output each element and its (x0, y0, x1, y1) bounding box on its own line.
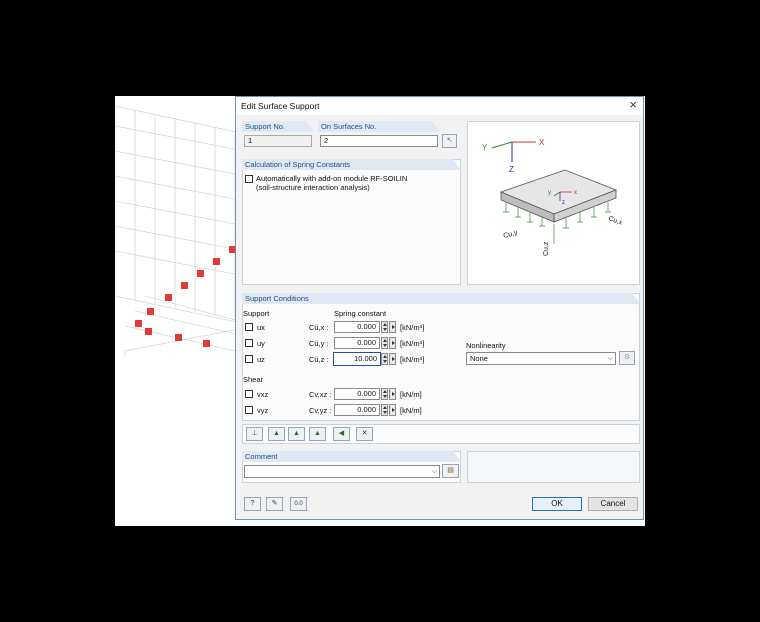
vxz-label: vxz (257, 390, 269, 399)
cux-coef-label: Cu,x : (309, 323, 329, 332)
cuy-unit: [kN/m³] (400, 339, 425, 348)
vxz-checkbox[interactable] (245, 390, 253, 398)
dialog-titlebar: Edit Surface Support × (236, 97, 643, 115)
vyz-label: vyz (257, 406, 269, 415)
support-illustration: X Y Z x y z Cu,y Cu,z Cu,x (467, 121, 640, 285)
nonlinearity-select[interactable]: None ⌵ (466, 352, 616, 365)
comment-preview-panel (467, 451, 640, 483)
cvyz-input[interactable]: 0.000 (334, 404, 380, 416)
calculator-icon[interactable]: 0.0 (290, 497, 307, 511)
hinged-support-icon[interactable]: ⊥ (246, 427, 263, 441)
auto-rf-soilin-label-1: Automatically with add-on module RF-SOIL… (256, 174, 408, 183)
ux-checkbox[interactable] (245, 323, 253, 331)
uy-label: uy (257, 339, 265, 348)
nonlinearity-label: Nonlinearity (466, 341, 506, 350)
cvyz-spinner[interactable] (381, 404, 388, 416)
nonlinearity-edit-button[interactable]: ⚙ (619, 351, 635, 365)
ux-label: ux (257, 323, 265, 332)
local-y-label: y (548, 190, 551, 196)
chevron-down-icon: ⌵ (431, 468, 437, 475)
support-conditions-header: Support Conditions (242, 293, 640, 304)
uz-checkbox[interactable] (245, 355, 253, 363)
axis-x-label: X (539, 138, 545, 147)
chevron-down-icon: ⌵ (607, 355, 613, 362)
cvxz-unit: [kN/m] (400, 390, 422, 399)
auto-rf-soilin-label-2: (soil-structure interaction analysis) (256, 183, 370, 192)
cuy-input[interactable]: 0.000 (334, 337, 380, 349)
cuy-label: Cu,y (503, 229, 519, 240)
edit-surface-support-dialog: Edit Surface Support × Support No. 1 On … (235, 96, 644, 520)
cux-label: Cu,x (607, 215, 623, 227)
comment-header: Comment (242, 451, 461, 462)
elastic-support-icon[interactable]: ◀ (333, 427, 350, 441)
on-surfaces-label: On Surfaces No. (318, 121, 440, 132)
cvyz-coef-label: Cv,yz : (309, 406, 332, 415)
comment-input[interactable]: ⌵ (244, 465, 440, 478)
cvyz-unit: [kN/m] (400, 406, 422, 415)
pick-surface-button[interactable]: ↖ (442, 134, 457, 148)
uz-label: uz (257, 355, 265, 364)
support-no-label: Support No. (242, 121, 314, 132)
cvxz-input[interactable]: 0.000 (334, 388, 380, 400)
support-column-label: Support (243, 309, 270, 318)
cvyz-arrow-button[interactable] (389, 404, 396, 416)
cvxz-arrow-button[interactable] (389, 388, 396, 400)
cuy-spinner[interactable] (381, 337, 388, 349)
ok-button[interactable]: OK (532, 497, 582, 511)
fixed-support-icon[interactable]: ▲ (268, 427, 285, 441)
cux-spinner[interactable] (381, 321, 388, 333)
help-icon[interactable]: ? (244, 497, 261, 511)
edit-note-icon[interactable]: ✎ (266, 497, 283, 511)
support-y-icon[interactable]: ▲ (309, 427, 326, 441)
axis-y-label: Y (482, 143, 488, 152)
spring-constant-label: Spring constant (334, 309, 387, 318)
shear-label: Shear (243, 375, 264, 384)
nonlinearity-value: None (470, 354, 488, 363)
cux-unit: [kN/m³] (400, 323, 425, 332)
cuz-coef-label: Cu,z : (309, 355, 329, 364)
surface-support-graphic: X Y Z x y z Cu,y Cu,z Cu,x (482, 138, 624, 256)
vyz-checkbox[interactable] (245, 406, 253, 414)
support-x-icon[interactable]: ▲ (288, 427, 305, 441)
cuy-arrow-button[interactable] (389, 337, 396, 349)
on-surfaces-field[interactable]: 2 (320, 135, 438, 147)
support-no-field[interactable]: 1 (244, 135, 312, 147)
spring-calc-header: Calculation of Spring Constants (242, 159, 461, 170)
dialog-title: Edit Surface Support (241, 101, 320, 111)
cux-input[interactable]: 0.000 (334, 321, 380, 333)
cuz-input[interactable]: 10.000 (333, 352, 381, 366)
cux-arrow-button[interactable] (389, 321, 396, 333)
comment-library-button[interactable]: ▤ (442, 464, 459, 478)
cvxz-spinner[interactable] (381, 388, 388, 400)
cuz-label: Cu,z (543, 241, 550, 256)
cvxz-coef-label: Cv,xz : (309, 390, 332, 399)
close-icon[interactable]: × (629, 97, 637, 112)
local-z-label: z (562, 200, 565, 206)
cuy-coef-label: Cu,y : (309, 339, 329, 348)
auto-rf-soilin-checkbox[interactable] (245, 175, 253, 183)
cuz-spinner[interactable] (381, 353, 388, 365)
axis-z-label: Z (509, 165, 514, 174)
cuz-arrow-button[interactable] (389, 353, 396, 365)
free-support-icon[interactable]: ✕ (356, 427, 373, 441)
cancel-button[interactable]: Cancel (588, 497, 638, 511)
local-x-label: x (574, 190, 577, 196)
uy-checkbox[interactable] (245, 339, 253, 347)
cuz-unit: [kN/m³] (400, 355, 425, 364)
